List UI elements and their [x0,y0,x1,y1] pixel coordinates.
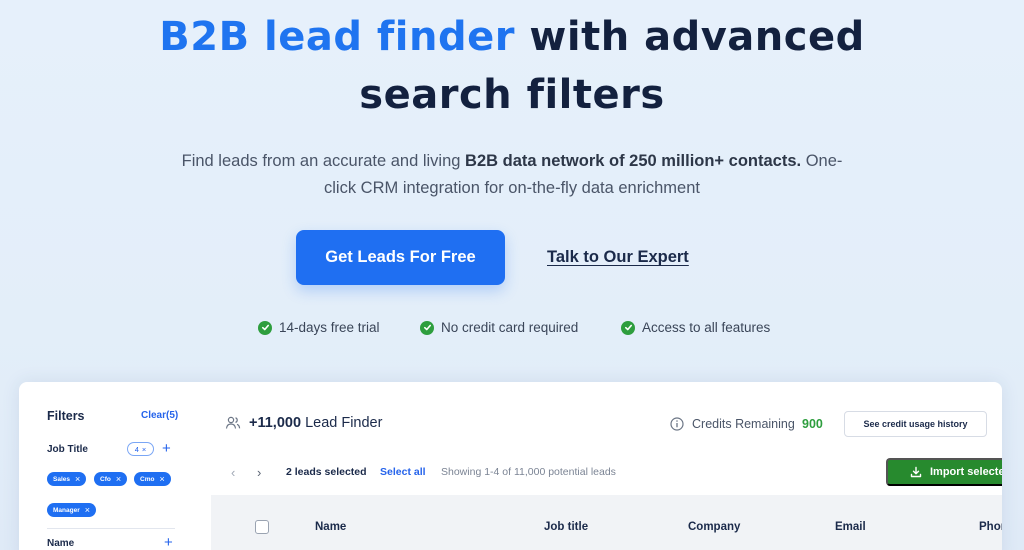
hero-title-line2: search filters [359,72,665,118]
chip-label: Manager [53,506,80,514]
add-job-title-icon[interactable]: + [162,441,171,456]
users-icon [225,416,241,429]
import-selected-label: Import selecte [930,466,1002,478]
chip-label: Sales [53,475,70,483]
results-summary: Showing 1-4 of 11,000 potential leads [441,466,616,478]
get-leads-button[interactable]: Get Leads For Free [296,230,505,285]
column-header-job-title[interactable]: Job title [544,521,588,533]
clear-filters-link[interactable]: Clear(5) [141,410,178,421]
name-filter-label: Name [47,538,75,549]
lead-finder-heading: +11,000 Lead Finder [249,415,382,431]
select-all-link[interactable]: Select all [380,466,426,478]
close-icon[interactable]: × [159,474,164,484]
info-icon[interactable] [670,417,684,431]
add-name-icon[interactable]: + [164,535,173,550]
filter-divider [47,528,175,529]
lead-finder-label: Lead Finder [305,415,383,431]
perks-row: 14-days free trial No credit card requir… [0,320,1024,340]
job-title-filter-label: Job Title [47,444,88,455]
credits-remaining-value: 900 [802,417,823,431]
job-title-count-badge[interactable]: 4 × [127,442,154,456]
hero-subtitle-pre: Find leads from an accurate and living [181,152,461,170]
perk-free-trial: 14-days free trial [258,320,380,335]
chip-label: Cfo [100,475,111,483]
column-header-phone[interactable]: Phon [979,521,1002,533]
filter-chip[interactable]: Manager × [47,503,96,517]
lead-count: +11,000 [249,415,302,431]
check-icon [258,320,272,335]
filter-chip[interactable]: Sales × [47,472,87,486]
perk-all-features: Access to all features [621,320,770,335]
close-icon[interactable]: × [116,474,121,484]
filter-chip[interactable]: Cfo × [94,472,128,486]
select-all-checkbox[interactable] [255,520,269,534]
perk-label: Access to all features [642,320,771,335]
leads-main-panel: +11,000 Lead Finder Credits Remaining 90… [211,382,1002,550]
talk-to-expert-link[interactable]: Talk to Our Expert [547,248,689,267]
filters-title: Filters [47,409,85,423]
leads-table-header: Name Job title Company Email Phon [211,495,1002,550]
job-title-count: 4 [134,444,139,454]
perk-label: No credit card required [441,320,579,335]
column-header-company[interactable]: Company [688,521,740,533]
hero-subtitle-bold: B2B data network of 250 million+ contact… [465,152,802,170]
hero-title-rest: with advanced [529,14,865,60]
filter-chip[interactable]: Cmo × [134,472,171,486]
column-header-name[interactable]: Name [315,521,346,533]
lead-finder-app-card: Filters Clear(5) Job Title 4 × + Sales × … [19,382,1002,550]
download-icon [910,466,922,478]
import-selected-button[interactable]: Import selecte [886,458,1002,486]
column-header-email[interactable]: Email [835,521,866,533]
chevron-right-icon[interactable]: › [257,465,261,480]
filters-panel: Filters Clear(5) Job Title 4 × + Sales × … [19,382,211,550]
hero-title: B2B lead finder with advanced search fil… [0,8,1024,124]
check-icon [621,320,635,335]
check-icon [420,320,434,335]
close-icon[interactable]: × [75,474,80,484]
close-icon[interactable]: × [85,505,90,515]
credits-remaining-label: Credits Remaining [692,417,795,431]
credit-history-button[interactable]: See credit usage history [844,411,987,437]
chip-label: Cmo [140,475,155,483]
perk-no-credit-card: No credit card required [420,320,578,335]
close-icon[interactable]: × [142,445,146,454]
chevron-left-icon[interactable]: ‹ [231,465,235,480]
hero-title-accent: B2B lead finder [159,14,515,60]
perk-label: 14-days free trial [279,320,380,335]
selected-count: 2 leads selected [286,466,367,478]
hero-subtitle: Find leads from an accurate and living B… [170,148,854,202]
